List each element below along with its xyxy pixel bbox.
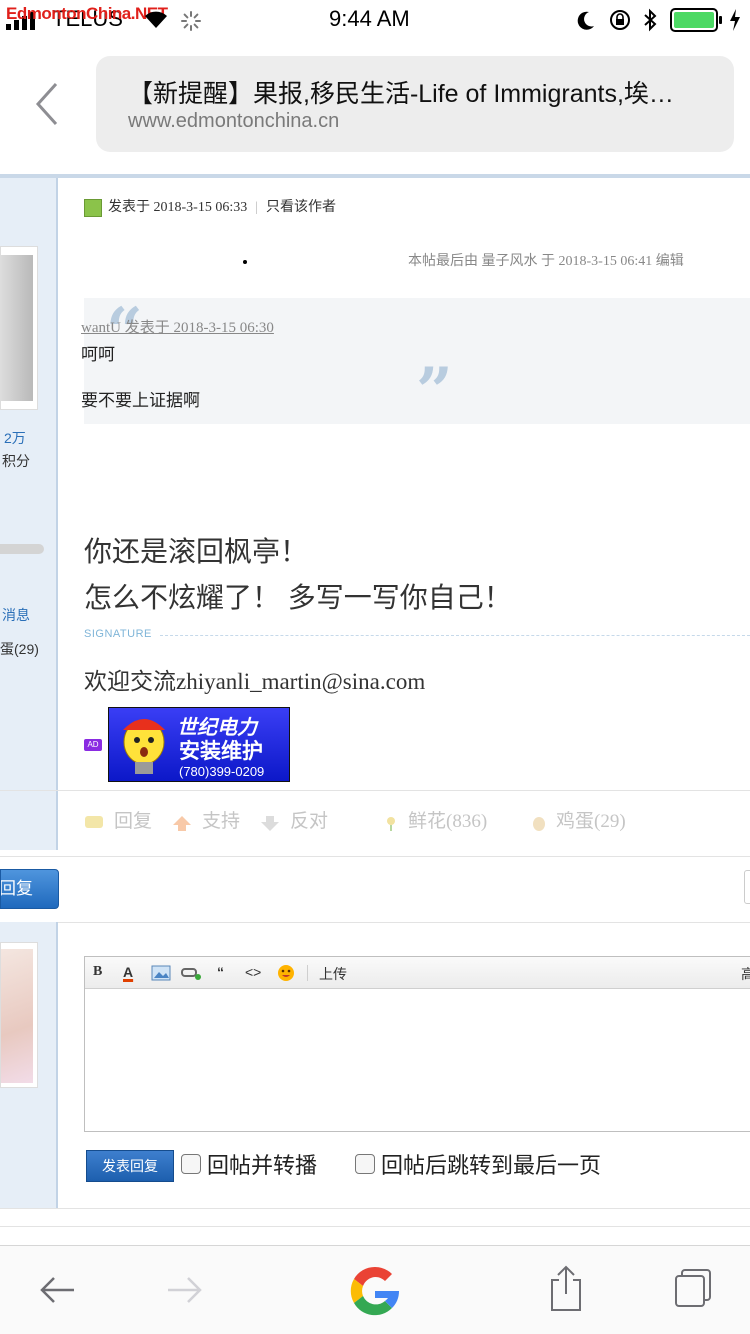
status-bar: TELUS EdmontonChina.NET 9:44 AM: [0, 0, 750, 40]
author-only-link[interactable]: 只看该作者: [266, 200, 336, 215]
quote-author[interactable]: wantU 发表于 2018-3-15 06:30: [81, 316, 274, 337]
browser-nav-header: 【新提醒】果报,移民生活-Life of Immigrants,埃… www.e…: [0, 40, 750, 170]
reply-editor[interactable]: B A “ <> 上传 高: [84, 956, 750, 1132]
forum-page: 2万 积分 消息 蛋(29) 发表于 2018-3-15 06:33 | 只看该作者…: [0, 170, 750, 1245]
divider: [0, 922, 750, 923]
stat-value[interactable]: 2万: [4, 428, 26, 448]
reply-button[interactable]: 回复: [0, 869, 59, 909]
post-body-line: 你还是滚回枫亭！: [84, 536, 309, 567]
bullet-dot: [243, 260, 247, 264]
forward-arrow-icon[interactable]: [164, 1268, 204, 1312]
divider: [0, 790, 750, 791]
signature-label: SIGNATURE: [84, 628, 152, 640]
charging-icon: [730, 9, 740, 31]
support-action-label: 支持: [202, 811, 241, 832]
advanced-mode-button[interactable]: 高: [741, 964, 750, 984]
page-domain: www.edmontonchina.cn: [128, 110, 340, 132]
ad-phone: (780)399-0209: [179, 764, 265, 779]
lightbulb-icon: [123, 719, 165, 774]
wifi-icon: [145, 11, 167, 28]
google-icon[interactable]: [344, 1260, 406, 1322]
signature-divider: [160, 635, 750, 636]
code-button[interactable]: <>: [245, 964, 261, 980]
thumbs-down-icon: [261, 815, 279, 831]
edit-note: 本帖最后由 量子风水 于 2018-3-15 06:41 编辑: [408, 254, 684, 269]
clock: 9:44 AM: [329, 6, 410, 31]
quote-line: 呵呵: [81, 345, 115, 364]
toolbar-separator: [307, 965, 308, 981]
address-bar[interactable]: 【新提醒】果报,移民生活-Life of Immigrants,埃… www.e…: [96, 56, 734, 152]
eggs-link[interactable]: 蛋(29): [0, 639, 39, 659]
ad-subtitle: 安装维护: [179, 740, 263, 763]
browser-toolbar: [0, 1245, 750, 1334]
bold-button[interactable]: B: [93, 964, 102, 980]
submit-reply-button[interactable]: 发表回复: [86, 1150, 174, 1182]
broadcast-checkbox[interactable]: [181, 1154, 201, 1174]
broadcast-checkbox-label[interactable]: 回帖并转播: [207, 1148, 317, 1180]
oppose-action-label: 反对: [290, 811, 329, 832]
divider: [0, 856, 750, 857]
share-icon[interactable]: [548, 1264, 584, 1312]
battery-icon: [670, 8, 722, 32]
back-arrow-icon[interactable]: [38, 1268, 78, 1312]
post-meta: 发表于 2018-3-15 06:33 | 只看该作者: [84, 196, 336, 217]
link-icon[interactable]: [181, 965, 203, 981]
rotation-lock-icon: [610, 10, 630, 30]
reply-action[interactable]: 回复: [84, 806, 152, 833]
flowers-label: 鲜花(836): [408, 811, 488, 832]
quote-line: 要不要上证据啊: [81, 391, 200, 410]
thumbs-up-icon: [173, 815, 191, 831]
author-sidebar: 2万 积分 消息 蛋(29): [0, 178, 58, 850]
egg-icon: [533, 816, 545, 831]
loading-spinner-icon: [181, 11, 201, 31]
user-online-icon: [84, 198, 102, 217]
jump-last-page-label[interactable]: 回帖后跳转到最后一页: [381, 1148, 601, 1180]
back-chevron-icon[interactable]: [34, 82, 60, 126]
oppose-action[interactable]: 反对: [260, 806, 328, 833]
reply-action-label: 回复: [114, 811, 153, 832]
ad-banner[interactable]: 世纪电力 安装维护 (780)399-0209: [108, 707, 290, 782]
comment-icon: [85, 815, 103, 828]
jump-last-page-checkbox[interactable]: [355, 1154, 375, 1174]
divider: [0, 1226, 750, 1227]
smiley-icon[interactable]: [277, 964, 295, 982]
post-time: 发表于 2018-3-15 06:33: [108, 200, 248, 215]
page-title: 【新提醒】果报,移民生活-Life of Immigrants,埃…: [128, 80, 674, 108]
upload-button[interactable]: 上传: [319, 964, 347, 984]
signature-text: 欢迎交流zhiyanli_martin@sina.com: [84, 669, 426, 694]
eggs-action[interactable]: 鸡蛋(29): [532, 806, 626, 833]
avatar[interactable]: [0, 246, 38, 410]
reply-button-label: 回复: [0, 879, 33, 898]
flowers-action[interactable]: 鲜花(836): [384, 806, 487, 833]
quote-button[interactable]: “: [217, 964, 224, 980]
eggs-label: 鸡蛋(29): [556, 811, 626, 832]
level-bar: [0, 544, 44, 554]
editor-toolbar: B A “ <> 上传 高: [85, 957, 750, 989]
post-body-line: 怎么不炫耀了！ 多写一写你自己！: [84, 582, 512, 613]
font-color-button[interactable]: A: [123, 964, 133, 980]
top-divider: [0, 174, 750, 178]
close-quote-icon: ”: [416, 354, 453, 429]
divider: [0, 1208, 750, 1209]
bluetooth-icon: [644, 8, 657, 32]
support-action[interactable]: 支持: [172, 806, 240, 833]
flower-icon: [387, 816, 395, 831]
stat-label: 积分: [2, 453, 30, 469]
moon-icon: [577, 11, 594, 30]
image-icon[interactable]: [151, 965, 171, 981]
tabs-icon[interactable]: [672, 1268, 716, 1308]
messages-link[interactable]: 消息: [2, 605, 30, 625]
ad-badge: AD: [84, 739, 102, 751]
avatar[interactable]: [0, 942, 38, 1088]
page-jump-box[interactable]: [744, 870, 750, 904]
